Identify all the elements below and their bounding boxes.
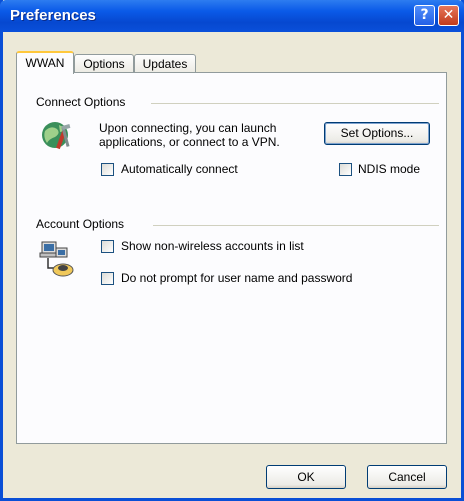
wwan-tab-panel: Connect Options Upon connecting, you can…	[16, 72, 447, 444]
tab-wwan[interactable]: WWAN	[16, 51, 74, 74]
show-non-wireless-checkbox[interactable]	[101, 240, 114, 253]
window-title: Preferences	[10, 7, 96, 24]
globe-tools-icon	[42, 122, 71, 150]
ok-button[interactable]: OK	[266, 465, 346, 489]
tab-updates[interactable]: Updates	[134, 54, 196, 73]
connect-options-divider	[151, 103, 439, 104]
auto-connect-label[interactable]: Automatically connect	[121, 162, 238, 176]
network-accounts-icon	[39, 241, 74, 277]
help-button[interactable]: ?	[414, 5, 435, 26]
preferences-dialog: Preferences ? ✕ WWAN Options Updates Con…	[0, 0, 464, 501]
show-non-wireless-label[interactable]: Show non-wireless accounts in list	[121, 239, 304, 253]
connect-options-label: Connect Options	[36, 95, 130, 109]
no-prompt-label[interactable]: Do not prompt for user name and password	[121, 271, 352, 285]
auto-connect-checkbox[interactable]	[101, 163, 114, 176]
title-bar[interactable]: Preferences ? ✕	[0, 0, 464, 32]
no-prompt-checkbox[interactable]	[101, 272, 114, 285]
set-options-button[interactable]: Set Options...	[324, 122, 430, 145]
account-options-divider	[153, 225, 439, 226]
ndis-mode-checkbox[interactable]	[339, 163, 352, 176]
connect-description-line2: applications, or connect to a VPN.	[99, 135, 280, 149]
cancel-button[interactable]: Cancel	[367, 465, 447, 489]
account-options-label: Account Options	[36, 217, 129, 231]
close-button[interactable]: ✕	[438, 5, 459, 26]
tab-options[interactable]: Options	[74, 54, 134, 73]
ndis-mode-label[interactable]: NDIS mode	[358, 162, 420, 176]
connect-description-line1: Upon connecting, you can launch	[99, 121, 277, 135]
